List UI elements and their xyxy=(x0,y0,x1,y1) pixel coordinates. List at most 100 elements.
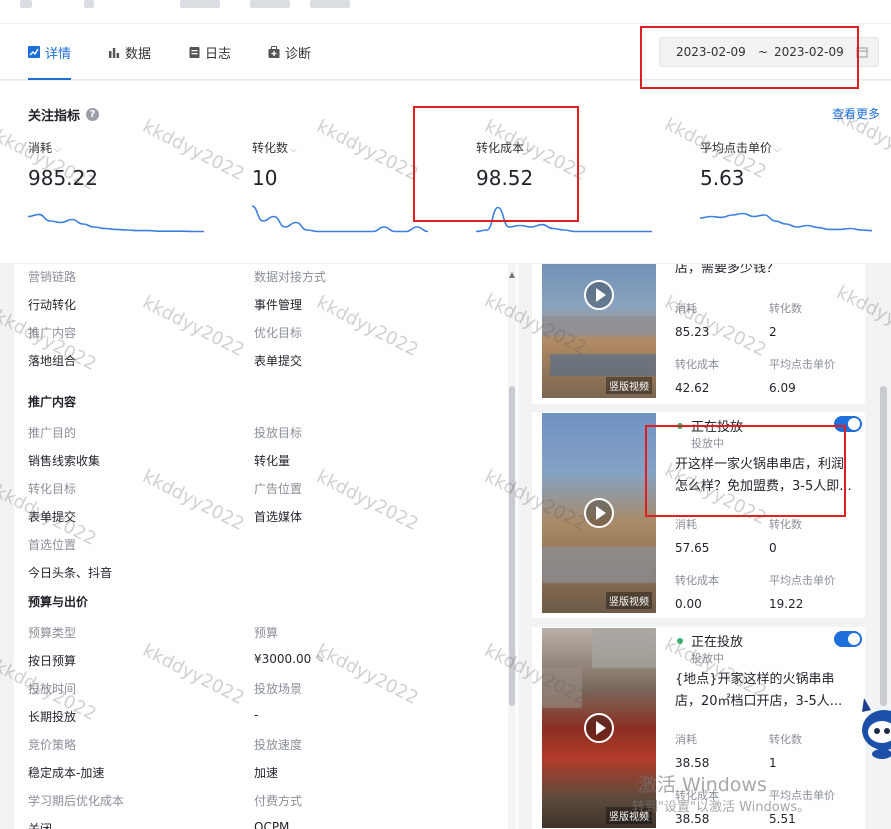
metric-card-conversion-cost[interactable]: 转化成本 ⌵ 98.52 xyxy=(476,139,676,249)
field-budget: 预算 ¥3000.00 ✎ xyxy=(254,624,324,666)
stat-label: 平均点击单价 xyxy=(769,789,835,802)
metric-value: 98.52 xyxy=(476,166,534,190)
delivery-substatus: 投放中 xyxy=(691,652,724,665)
stat-label: 转化成本 xyxy=(675,574,719,587)
play-icon[interactable] xyxy=(584,280,614,310)
field-value: ¥3000.00 xyxy=(254,652,312,666)
field-delivery-speed: 投放速度 加速 xyxy=(254,736,302,781)
view-more-link[interactable]: 查看更多 xyxy=(832,105,880,122)
metric-value: 985.22 xyxy=(28,166,98,190)
field-label: 推广内容 xyxy=(28,326,77,340)
key-metrics-panel: 关注指标 ? 查看更多 消耗 ⌵ 985.22 转化数 ⌵ 10 转化成本 ⌵ 98.… xyxy=(0,81,891,263)
stat-label: 转化成本 xyxy=(675,789,719,802)
field-ad-placement: 广告位置 首选媒体 xyxy=(254,480,302,525)
stat-value: 0.00 xyxy=(675,597,702,611)
delivery-toggle[interactable] xyxy=(834,416,862,432)
metric-label: 消耗 xyxy=(28,141,53,155)
creative-title-line: 开这样一家火锅串串店，利润 xyxy=(675,457,845,472)
field-label: 投放时间 xyxy=(28,682,77,696)
chevron-down-icon[interactable]: ⌵ xyxy=(290,145,297,155)
video-thumbnail[interactable]: 竖版视频 xyxy=(542,628,656,828)
tab-logs[interactable]: 日志 xyxy=(189,24,231,80)
help-icon[interactable]: ? xyxy=(86,108,100,121)
blurred-region xyxy=(550,354,656,376)
stat-value: 85.23 xyxy=(675,325,710,339)
section-heading: 推广内容 xyxy=(28,395,77,409)
field-value: OCPM xyxy=(254,820,290,829)
status-text: 正在投放 xyxy=(691,635,744,650)
field-post-learning-optimization: 学习期后优化成本 关闭 xyxy=(28,792,124,829)
diagnose-icon xyxy=(268,46,280,58)
field-value: 行动转化 xyxy=(28,298,77,312)
field-delivery-time: 投放时间 长期投放 xyxy=(28,680,76,725)
status-dot-icon xyxy=(677,637,683,644)
creative-card[interactable]: 竖版视频 店，需要多少钱？ 消耗 85.23 转化数 2 转化成本 42.62 平均点… xyxy=(532,264,865,404)
field-value: 稳定成本-加速 xyxy=(28,766,105,780)
tab-diagnose[interactable]: 诊断 xyxy=(268,24,311,80)
creative-title: 店，需要多少钱？ xyxy=(675,264,780,276)
blurred-text xyxy=(180,0,220,8)
sparkline xyxy=(28,213,204,233)
creative-list: 竖版视频 店，需要多少钱？ 消耗 85.23 转化数 2 转化成本 42.62 平均点… xyxy=(532,264,877,829)
video-type-label: 竖版视频 xyxy=(606,377,652,394)
field-conversion-target: 转化目标 表单提交 xyxy=(28,480,76,525)
video-type-label: 竖版视频 xyxy=(606,807,652,824)
tab-label: 数据 xyxy=(125,46,152,62)
field-label: 推广目的 xyxy=(28,426,77,440)
creative-card[interactable]: 竖版视频 正在投放 投放中 开这样一家火锅串串店，利润 怎么样？免加盟费，3-5人… xyxy=(532,412,865,618)
field-value: 按日预算 xyxy=(28,654,77,668)
delivery-status: 正在投放 xyxy=(677,631,743,650)
sparkline-path xyxy=(28,213,204,233)
stat-value: 38.58 xyxy=(675,756,710,770)
stat-label: 转化数 xyxy=(769,733,802,746)
sparkline-path xyxy=(476,206,652,233)
edit-icon[interactable]: ✎ xyxy=(315,653,324,666)
creative-title-line: 怎么样？免加盟费，3-5人即... xyxy=(675,479,852,494)
video-thumbnail[interactable]: 竖版视频 xyxy=(542,413,656,613)
tab-data[interactable]: 数据 xyxy=(108,24,151,80)
scrollbar-thumb[interactable] xyxy=(880,386,887,706)
stat-label: 消耗 xyxy=(675,518,697,531)
scroll-up-arrow-icon[interactable]: ▲ xyxy=(509,270,515,279)
play-icon[interactable] xyxy=(584,498,614,528)
stat-value: 1 xyxy=(769,756,777,770)
blurred-text xyxy=(20,0,32,8)
field-label: 竞价策略 xyxy=(28,738,77,752)
play-icon[interactable] xyxy=(584,713,614,743)
assistant-mascot-icon[interactable] xyxy=(858,690,891,760)
metric-card-avg-click-price[interactable]: 平均点击单价 ⌵ 5.63 xyxy=(700,139,880,249)
metric-card-spend[interactable]: 消耗 ⌵ 985.22 xyxy=(28,139,228,249)
creative-card[interactable]: 竖版视频 正在投放 投放中 {地点}开家这样的火锅串串 店，20㎡档口开店，3-5… xyxy=(532,627,865,829)
video-thumbnail[interactable]: 竖版视频 xyxy=(542,264,656,398)
tab-details[interactable]: 详情 xyxy=(28,24,72,80)
field-label: 学习期后优化成本 xyxy=(28,794,125,808)
chevron-down-icon[interactable]: ⌵ xyxy=(774,145,781,155)
field-marketing-funnel: 营销链路 行动转化 xyxy=(28,268,76,313)
field-optimization-goal: 优化目标 表单提交 xyxy=(254,324,302,369)
field-value: 转化量 xyxy=(254,454,291,468)
metric-label: 转化数 xyxy=(252,141,289,155)
chevron-down-icon[interactable]: ⌵ xyxy=(526,145,533,155)
key-metrics-title-text: 关注指标 xyxy=(28,109,81,124)
stat-value: 5.51 xyxy=(769,812,796,826)
metric-card-conversions[interactable]: 转化数 ⌵ 10 xyxy=(252,139,452,249)
field-value: 落地组合 xyxy=(28,354,77,368)
field-value: 今日头条、抖音 xyxy=(28,566,113,580)
chevron-down-icon[interactable]: ⌵ xyxy=(54,145,61,155)
delivery-toggle[interactable] xyxy=(834,631,862,647)
metric-value: 10 xyxy=(252,166,278,190)
sparkline-path xyxy=(252,205,428,233)
field-label: 预算 xyxy=(254,626,279,640)
bar-chart-icon xyxy=(109,48,120,58)
delivery-substatus: 投放中 xyxy=(691,437,724,450)
section-heading: 预算与出价 xyxy=(28,595,89,609)
scrollbar-thumb[interactable] xyxy=(509,386,515,706)
date-range-picker[interactable]: 2023-02-09 ~ 2023-02-09 xyxy=(659,37,879,67)
sparkline xyxy=(700,212,872,232)
field-bid-strategy: 竞价策略 稳定成本-加速 xyxy=(28,736,104,781)
stat-value: 42.62 xyxy=(675,381,710,395)
field-value: - xyxy=(254,708,259,722)
stat-label: 转化数 xyxy=(769,518,802,531)
field-promo-content: 推广内容 落地组合 xyxy=(28,324,76,369)
chart-icon xyxy=(28,46,40,58)
